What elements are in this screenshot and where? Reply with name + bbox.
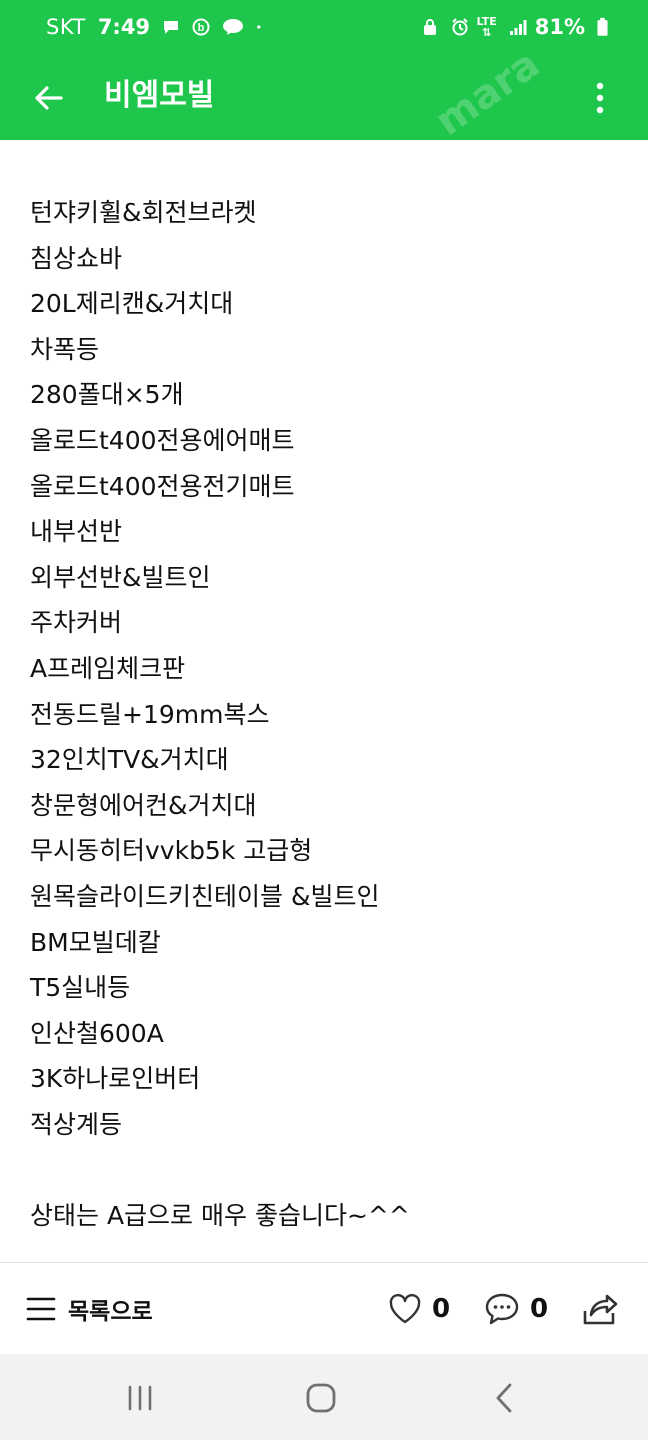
- system-back-button[interactable]: [480, 1374, 528, 1422]
- list-item: 내부선반: [30, 517, 123, 547]
- comment-icon: [485, 1293, 519, 1325]
- item-list: 턴쟈키휠&회전브라켓침상쇼바 20L제리캔&거치대차폭등 280폴대×5개올로드t4…: [30, 190, 620, 1147]
- back-to-list-button[interactable]: 목록으로: [26, 1289, 153, 1329]
- svg-text:b: b: [198, 22, 205, 34]
- like-button[interactable]: 0: [388, 1289, 450, 1329]
- arrow-left-icon: [35, 86, 63, 110]
- post-body: 턴쟈키휠&회전브라켓침상쇼바 20L제리캔&거치대차폭등 280폴대×5개올로드t4…: [30, 190, 620, 1239]
- list-item: 올로드t400전용전기매트: [30, 471, 295, 501]
- status-bar: SKT 7:49 b LTE ⇅ 81%: [0, 0, 648, 56]
- b-app-icon: b: [192, 18, 210, 36]
- chat-bubble-icon: [164, 21, 179, 34]
- list-item: T5실내등: [30, 973, 131, 1003]
- list-item: 침상쇼바: [30, 243, 123, 273]
- share-icon: [583, 1294, 618, 1325]
- list-item: 원목슬라이드키친테이블 &빌트인: [30, 881, 380, 911]
- page-title: 비엠모빌: [104, 78, 215, 113]
- like-count: 0: [432, 1294, 451, 1324]
- closing-line: 상태는 A급으로 매우 좋습니다~^^: [30, 1201, 410, 1231]
- top-bar: SKT 7:49 b LTE ⇅ 81% mara 비엠모빌: [0, 0, 648, 145]
- list-item: 턴쟈키휠&회전브라켓: [30, 198, 257, 227]
- status-left: SKT 7:49 b: [46, 15, 266, 39]
- battery-icon: [597, 17, 608, 36]
- carrier-label: SKT: [46, 15, 86, 39]
- home-icon: [306, 1383, 336, 1413]
- signal-icon: [509, 20, 527, 35]
- list-item: 적상계등: [30, 1109, 123, 1139]
- menu-lines-icon: [26, 1297, 56, 1321]
- list-item: 280폴대×5개: [30, 380, 184, 410]
- list-item: BM모빌데칼: [30, 927, 161, 957]
- heart-icon: [389, 1293, 421, 1324]
- more-vertical-icon: [596, 82, 604, 114]
- back-to-list-label: 목록으로: [68, 1299, 153, 1325]
- comment-button[interactable]: 0: [484, 1289, 548, 1329]
- list-item: 올로드t400전용에어매트: [30, 425, 295, 455]
- battery-percent: 81%: [534, 15, 585, 39]
- back-button[interactable]: [24, 74, 72, 122]
- recent-apps-button[interactable]: [116, 1374, 164, 1422]
- home-button[interactable]: [297, 1374, 345, 1422]
- comment-count: 0: [530, 1294, 549, 1324]
- clock-time: 7:49: [97, 15, 151, 39]
- list-item: 전동드릴+19mm복스: [30, 699, 270, 729]
- list-item: 20L제리캔&거치대: [30, 289, 234, 319]
- list-item: 창문형에어컨&거치대: [30, 790, 257, 820]
- more-options-button[interactable]: [576, 74, 624, 122]
- list-item: 3K하나로인버터: [30, 1064, 201, 1094]
- app-bar: 비엠모빌: [0, 56, 648, 140]
- system-nav-bar: [0, 1354, 648, 1440]
- talk-icon: [223, 19, 244, 35]
- action-bar: 목록으로 0 0: [0, 1262, 648, 1355]
- list-item: 무시동히터vvkb5k 고급형: [30, 836, 313, 866]
- list-item: 주차커버: [30, 608, 123, 638]
- clock-icon: [451, 18, 468, 36]
- back-chevron-icon: [496, 1383, 512, 1413]
- recent-apps-icon: [128, 1385, 152, 1411]
- lte-arrows: ⇅: [482, 26, 492, 39]
- status-right: LTE ⇅ 81%: [417, 15, 608, 39]
- alarm-lock-icon: [423, 19, 436, 35]
- dot-icon: [257, 25, 261, 29]
- list-item: 인산철600A: [30, 1018, 164, 1048]
- list-item: A프레임체크판: [30, 653, 186, 683]
- list-item: 32인치TV&거치대: [30, 745, 229, 775]
- lte-icon: LTE ⇅: [477, 16, 497, 38]
- list-item: 차폭등: [30, 334, 100, 364]
- share-button[interactable]: [578, 1289, 622, 1329]
- list-item: 외부선반&빌트인: [30, 562, 211, 592]
